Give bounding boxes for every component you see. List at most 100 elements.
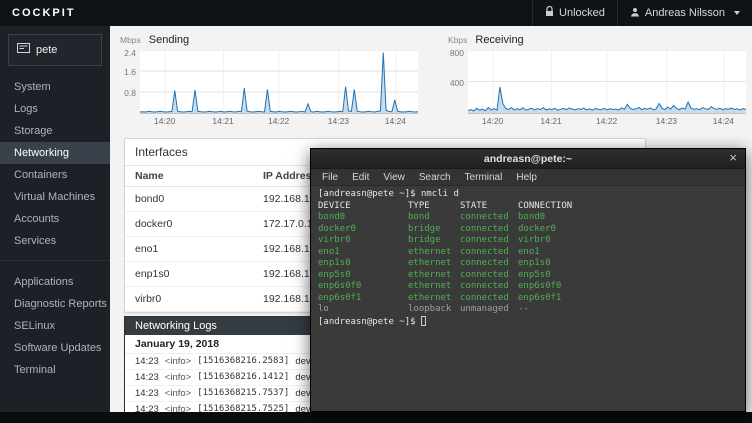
sidebar-item-storage[interactable]: Storage: [0, 120, 110, 142]
sidebar-item-logs[interactable]: Logs: [0, 98, 110, 120]
user-menu-button[interactable]: Andreas Nilsson: [617, 0, 752, 26]
terminal-cell: lo: [318, 304, 408, 316]
terminal-cell: ethernet: [408, 247, 460, 259]
terminal-line: docker0bridgeconnecteddocker0: [318, 224, 738, 236]
terminal-line: enp6s0f1ethernetconnectedenp6s0f1: [318, 293, 738, 305]
log-time: 14:23: [135, 404, 159, 412]
sidebar-item-networking[interactable]: Networking: [0, 142, 110, 164]
x-tick-label: 14:24: [713, 116, 734, 126]
terminal-cell: eno1: [518, 247, 540, 259]
menu-terminal[interactable]: Terminal: [458, 172, 510, 183]
unlocked-label: Unlocked: [559, 7, 605, 19]
terminal-line: enp1s0ethernetconnectedenp1s0: [318, 258, 738, 270]
unlocked-button[interactable]: Unlocked: [532, 0, 617, 26]
terminal-cell: enp1s0: [318, 258, 408, 270]
sidebar: pete SystemLogsStorageNetworkingContaine…: [0, 26, 110, 412]
terminal-line: loloopbackunmanaged--: [318, 304, 738, 316]
terminal-cell: ethernet: [408, 258, 460, 270]
column-header-name: Name: [135, 170, 263, 182]
interface-name: eno1: [135, 243, 263, 255]
terminal-prompt: [andreasn@pete ~]$: [318, 317, 421, 327]
terminal-cell: ethernet: [408, 270, 460, 282]
receiving-unit-label: Kbps: [448, 35, 467, 45]
terminal-cell: virbr0: [518, 235, 551, 247]
terminal-cell: connected: [460, 270, 518, 282]
lock-icon: [545, 6, 554, 20]
host-selector[interactable]: pete: [8, 34, 102, 66]
log-time: 14:23: [135, 356, 159, 367]
terminal-line: [andreasn@pete ~]$: [318, 316, 738, 329]
menu-view[interactable]: View: [376, 172, 412, 183]
terminal-cell: DEVICE: [318, 201, 408, 213]
close-icon[interactable]: ×: [729, 151, 737, 164]
terminal-line: [andreasn@pete ~]$ nmcli d: [318, 189, 738, 201]
sidebar-item-applications[interactable]: Applications: [0, 271, 110, 293]
x-tick-label: 14:22: [268, 116, 289, 126]
interface-name: bond0: [135, 193, 263, 205]
y-tick-label: 1.6: [124, 67, 136, 77]
terminal-cell: eno1: [318, 247, 408, 259]
log-time: 14:23: [135, 372, 159, 383]
menu-search[interactable]: Search: [412, 172, 458, 183]
terminal-line: DEVICETYPESTATECONNECTION: [318, 201, 738, 213]
terminal-cell: TYPE: [408, 201, 460, 213]
sidebar-item-selinux[interactable]: SELinux: [0, 315, 110, 337]
masthead: COCKPIT Unlocked Andreas Nilsson: [0, 0, 752, 26]
server-icon: [17, 41, 30, 59]
interface-name: enp1s0: [135, 268, 263, 280]
sidebar-item-virtual-machines[interactable]: Virtual Machines: [0, 186, 110, 208]
terminal-titlebar[interactable]: andreasn@pete:~ ×: [311, 149, 745, 169]
sidebar-item-containers[interactable]: Containers: [0, 164, 110, 186]
sidebar-item-software-updates[interactable]: Software Updates: [0, 337, 110, 359]
y-tick-label: 0.8: [124, 88, 136, 98]
masthead-actions: Unlocked Andreas Nilsson: [532, 0, 752, 26]
terminal-cell: enp6s0f0: [318, 281, 408, 293]
sidebar-item-terminal[interactable]: Terminal: [0, 359, 110, 381]
terminal-cell: connected: [460, 293, 518, 305]
sidebar-item-services[interactable]: Services: [0, 230, 110, 252]
receiving-chart-title: Receiving: [475, 34, 523, 46]
x-tick-label: 14:23: [328, 116, 349, 126]
terminal-cell: enp6s0f1: [318, 293, 408, 305]
terminal-cell: enp6s0f1: [518, 293, 561, 305]
sending-plot-area: [140, 50, 418, 114]
terminal-cell: bond0: [518, 212, 545, 224]
terminal-cell: connected: [460, 247, 518, 259]
menu-file[interactable]: File: [315, 172, 345, 183]
receiving-x-axis: 14:2014:2114:2214:2314:24: [468, 116, 748, 128]
cockpit-logo: COCKPIT: [0, 7, 76, 19]
sending-chart-title: Sending: [149, 34, 189, 46]
log-level: <info>: [165, 372, 191, 383]
menu-edit[interactable]: Edit: [345, 172, 376, 183]
sidebar-nav-secondary: ApplicationsDiagnostic ReportsSELinuxSof…: [0, 271, 110, 381]
x-tick-label: 14:23: [656, 116, 677, 126]
interface-name: docker0: [135, 218, 263, 230]
terminal-cell: connected: [460, 224, 518, 236]
terminal-cell: unmanaged: [460, 304, 518, 316]
terminal-cell: connected: [460, 258, 518, 270]
user-name-label: Andreas Nilsson: [645, 7, 725, 19]
terminal-cell: enp1s0: [518, 258, 551, 270]
terminal-cell: enp5s0: [318, 270, 408, 282]
sending-chart: Mbps Sending 0.81.62.4 14:2014:2114:2214…: [118, 34, 420, 128]
chevron-down-icon: [734, 11, 740, 15]
interface-name: virbr0: [135, 293, 263, 305]
terminal-output[interactable]: [andreasn@pete ~]$ nmcli dDEVICETYPESTAT…: [311, 186, 745, 411]
sidebar-item-diagnostic-reports[interactable]: Diagnostic Reports: [0, 293, 110, 315]
sidebar-divider: [0, 260, 110, 261]
sidebar-item-system[interactable]: System: [0, 76, 110, 98]
receiving-y-axis: 400800: [446, 50, 468, 114]
log-level: <info>: [165, 404, 191, 412]
terminal-title: andreasn@pete:~: [311, 153, 745, 165]
log-level: <info>: [165, 388, 191, 399]
x-tick-label: 14:20: [482, 116, 503, 126]
terminal-window[interactable]: andreasn@pete:~ × FileEditViewSearchTerm…: [310, 148, 746, 412]
log-timestamp: [1516368216.2583]: [197, 356, 289, 367]
terminal-cell: ethernet: [408, 281, 460, 293]
sidebar-item-accounts[interactable]: Accounts: [0, 208, 110, 230]
menu-help[interactable]: Help: [509, 172, 544, 183]
receiving-chart: Kbps Receiving 400800 14:2014:2114:2214:…: [446, 34, 748, 128]
x-tick-label: 14:21: [212, 116, 233, 126]
log-timestamp: [1516368216.1412]: [197, 372, 289, 383]
terminal-cell: enp5s0: [518, 270, 551, 282]
